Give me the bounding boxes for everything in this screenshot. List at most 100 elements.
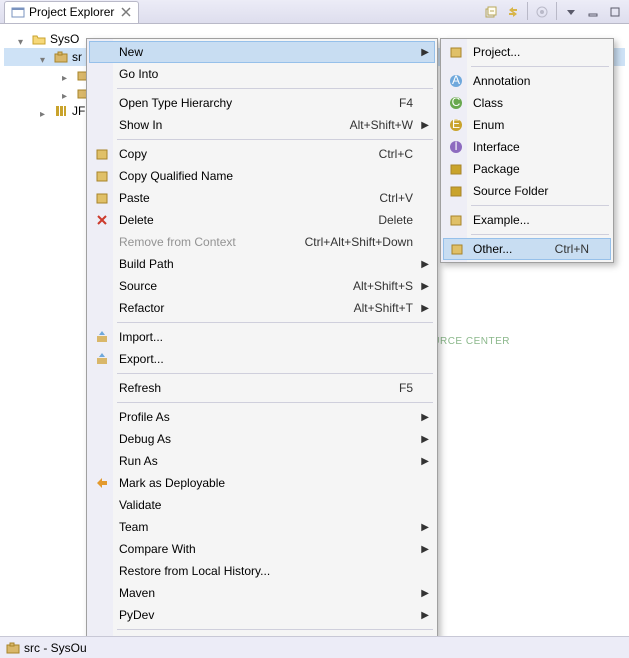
menu-shortcut: F5 [375,381,413,395]
menu-label: PyDev [119,608,154,622]
other-icon [449,241,465,257]
menu-label: Refresh [119,381,161,395]
menu-label: Project... [473,45,520,59]
svg-text:A: A [452,74,460,87]
view-toolbar [481,2,629,22]
menu-refactor[interactable]: RefactorAlt+Shift+T▶ [89,297,435,319]
submenu-arrow-icon: ▶ [421,259,429,270]
submenu-arrow-icon: ▶ [421,544,429,555]
expand-icon[interactable] [40,106,50,116]
expand-icon[interactable] [40,52,50,62]
collapse-all-icon[interactable] [481,2,501,22]
menu-interface[interactable]: IInterface [443,136,611,158]
menu-compare-with[interactable]: Compare With▶ [89,538,435,560]
menu-copy[interactable]: CopyCtrl+C [89,143,435,165]
minimize-icon[interactable] [583,2,603,22]
menu-export[interactable]: Export... [89,348,435,370]
menu-team[interactable]: Team ▶ [89,516,435,538]
tree-label: JF [72,104,85,118]
submenu-arrow-icon: ▶ [421,281,429,292]
menu-profile-as[interactable]: Profile As ▶ [89,406,435,428]
link-editor-icon[interactable] [503,2,523,22]
tab-title: Project Explorer [29,5,114,19]
source-folder-icon [6,641,20,655]
new-submenu: Project... AAnnotationCClassEEnumIInterfa… [440,38,614,263]
menu-mark-as-deployable[interactable]: Mark as Deployable [89,472,435,494]
menu-project[interactable]: Project... [443,41,611,63]
menu-other[interactable]: Other...Ctrl+N [443,238,611,260]
menu-label: Mark as Deployable [119,476,225,490]
menu-separator [117,322,433,323]
menu-label: Profile As [119,410,170,424]
menu-package[interactable]: Package [443,158,611,180]
menu-remove-from-context[interactable]: Remove from ContextCtrl+Alt+Shift+Down [89,231,435,253]
paste-icon [94,190,110,206]
source-folder-icon [54,50,68,64]
menu-delete[interactable]: DeleteDelete [89,209,435,231]
menu-pydev[interactable]: PyDev▶ [89,604,435,626]
menu-copy-qualified-name[interactable]: Copy Qualified Name [89,165,435,187]
menu-source-folder[interactable]: Source Folder [443,180,611,202]
menu-separator [117,629,433,630]
menu-go-into[interactable]: Go Into [89,63,435,85]
menu-label: Example... [473,213,530,227]
navigator-icon [11,5,25,19]
menu-shortcut: Alt+Shift+S [329,279,413,293]
maximize-icon[interactable] [605,2,625,22]
submenu-arrow-icon: ▶ [421,522,429,533]
focus-task-icon[interactable] [532,2,552,22]
menu-separator [117,139,433,140]
menu-source[interactable]: SourceAlt+Shift+S▶ [89,275,435,297]
menu-paste[interactable]: PasteCtrl+V [89,187,435,209]
menu-show-in[interactable]: Show InAlt+Shift+W▶ [89,114,435,136]
menu-restore-from-local-history[interactable]: Restore from Local History... [89,560,435,582]
svg-text:I: I [454,140,457,153]
menu-refresh[interactable]: Refresh F5 [89,377,435,399]
svg-text:E: E [452,118,460,131]
menu-import[interactable]: Import... [89,326,435,348]
menu-label: Validate [119,498,161,512]
menu-enum[interactable]: EEnum [443,114,611,136]
project-icon [32,32,46,46]
submenu-arrow-icon: ▶ [421,412,429,423]
menu-maven[interactable]: Maven▶ [89,582,435,604]
package-icon [448,161,464,177]
menu-run-as[interactable]: Run As▶ [89,450,435,472]
interface-icon: I [448,139,464,155]
menu-label: Import... [119,330,163,344]
menu-debug-as[interactable]: Debug As▶ [89,428,435,450]
menu-new[interactable]: New▶ [89,41,435,63]
menu-build-path[interactable]: Build Path▶ [89,253,435,275]
submenu-arrow-icon: ▶ [421,303,429,314]
menu-shortcut: Ctrl+N [531,242,589,256]
menu-shortcut: F4 [375,96,413,110]
menu-validate[interactable]: Validate [89,494,435,516]
expand-icon[interactable] [18,34,28,44]
copy-icon [94,146,110,162]
menu-label: Team [119,520,148,534]
annotation-icon: A [448,73,464,89]
menu-label: Remove from Context [119,235,236,249]
export-icon [94,351,110,367]
submenu-arrow-icon: ▶ [421,456,429,467]
project-explorer-tab[interactable]: Project Explorer [4,1,139,23]
menu-separator [117,402,433,403]
menu-open-type-hierarchy[interactable]: Open Type HierarchyF4 [89,92,435,114]
menu-label: Paste [119,191,150,205]
view-menu-icon[interactable] [561,2,581,22]
menu-class[interactable]: CClass [443,92,611,114]
enum-icon: E [448,117,464,133]
menu-separator [471,234,609,235]
tree-label: sr [72,50,82,64]
expand-icon[interactable] [62,70,72,80]
expand-icon[interactable] [62,88,72,98]
status-bar: src - SysOu [0,636,629,658]
menu-label: Debug As [119,432,171,446]
menu-example[interactable]: Example... [443,209,611,231]
menu-separator [117,373,433,374]
toolbar-separator [527,2,528,20]
menu-label: Restore from Local History... [119,564,270,578]
menu-label: Refactor [119,301,164,315]
close-icon[interactable] [120,6,132,18]
menu-annotation[interactable]: AAnnotation [443,70,611,92]
